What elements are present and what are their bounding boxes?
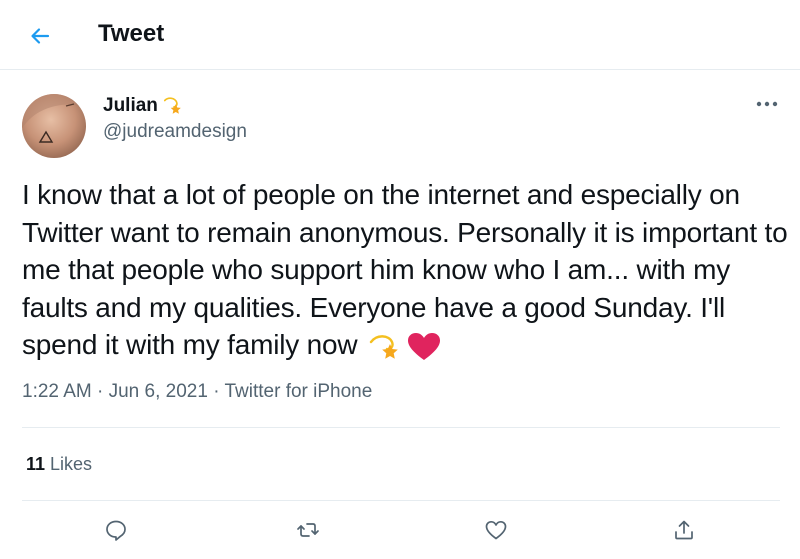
tweet-time[interactable]: 1:22 AM — [22, 381, 92, 402]
likes-label: Likes — [45, 454, 93, 474]
likes-count: 11 — [26, 454, 46, 474]
author-handle[interactable]: @judreamdesign — [103, 120, 247, 144]
tweet-actions — [0, 510, 800, 550]
author-name-row[interactable]: Julian — [103, 94, 184, 118]
retweet-icon — [297, 523, 319, 537]
retweet-button[interactable] — [288, 510, 328, 550]
page-title: Tweet — [98, 20, 165, 47]
reply-icon — [106, 520, 126, 541]
like-icon — [485, 520, 507, 540]
reply-button[interactable] — [96, 510, 136, 550]
back-button[interactable] — [22, 18, 58, 54]
like-button[interactable] — [476, 510, 516, 550]
avatar[interactable] — [22, 94, 86, 158]
divider — [22, 427, 780, 428]
red-heart-icon — [407, 332, 440, 360]
tweet-source[interactable]: Twitter for iPhone — [224, 381, 372, 402]
tweet-meta: 1:22 AM · Jun 6, 2021 · Twitter for iPho… — [22, 380, 372, 404]
dizzy-star-icon — [163, 97, 181, 114]
share-button[interactable] — [664, 510, 704, 550]
likes-stat[interactable]: 11 Likes — [26, 453, 92, 475]
meta-separator: · — [207, 381, 225, 402]
meta-separator: · — [91, 381, 109, 402]
header-bar: Tweet — [0, 0, 800, 70]
dizzy-star-icon — [369, 334, 398, 359]
more-dots-icon — [756, 101, 778, 107]
tweet-text: I know that a lot of people on the inter… — [22, 176, 792, 364]
arrow-left-icon — [31, 28, 50, 44]
author-name: Julian — [103, 95, 158, 116]
divider — [22, 500, 780, 501]
more-options-button[interactable] — [752, 92, 782, 116]
tweet-date[interactable]: Jun 6, 2021 — [109, 381, 208, 402]
share-icon — [675, 520, 693, 540]
